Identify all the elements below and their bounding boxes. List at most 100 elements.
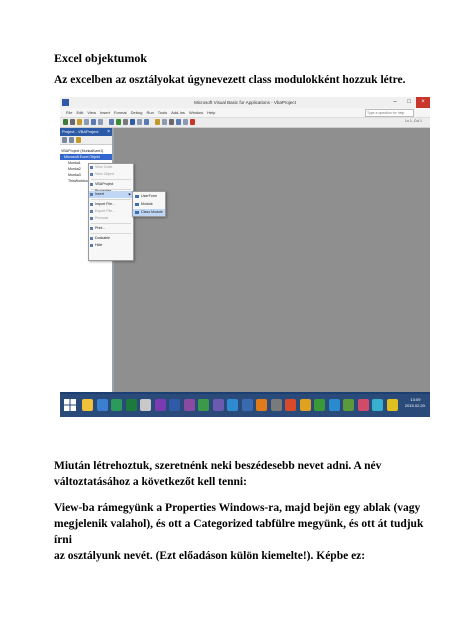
toolbar-button-icon[interactable] [77,119,82,125]
taskbar-app-icon[interactable] [299,399,311,411]
system-clock[interactable]: 13:09 2015.02.20. [405,397,426,409]
toolbar-button-icon[interactable] [91,119,96,125]
menu-item-icon [90,227,93,230]
project-toolbar-icon[interactable] [69,137,74,143]
context-menu-item-label: Export File... [95,209,116,213]
taskbar-app-icon[interactable] [154,399,166,411]
taskbar-app-icon[interactable] [183,399,195,411]
submenu-item[interactable]: UserForm [133,193,165,200]
taskbar-app-icon[interactable] [314,399,325,411]
menu-separator [91,179,131,180]
maximize-icon[interactable]: □ [402,97,416,108]
taskbar-app-icon[interactable] [270,399,282,411]
context-menu-item[interactable]: Hide [89,242,133,249]
paragraph-line: View-ba rámegyünk a Properties Windows-r… [54,502,421,514]
minimize-icon[interactable]: – [388,97,402,108]
toolbar-button-icon[interactable] [63,119,68,125]
toolbar-button-icon[interactable] [162,119,167,125]
toolbar-button-icon[interactable] [84,119,89,125]
taskbar-app-icon[interactable] [82,399,93,411]
pane-close-icon[interactable]: × [107,128,110,136]
paragraph-rename: Miután létrehoztuk, szeretnénk neki besz… [54,458,424,490]
menu-item-help[interactable]: Help [207,110,215,115]
context-menu-item[interactable]: Import File... [89,201,133,208]
taskbar-app-icon[interactable] [328,399,340,411]
taskbar-app-icon[interactable] [372,399,383,411]
menu-item-insert[interactable]: Insert [100,110,110,115]
toolbar-button-icon[interactable] [123,119,128,125]
project-pane-header: Project - VBAProject × [60,128,112,136]
taskbar-app-icon[interactable] [241,399,253,411]
taskbar-app-icon[interactable] [227,399,238,411]
taskbar-app-icon[interactable] [357,399,369,411]
menu-item-tools[interactable]: Tools [158,110,167,115]
context-menu-item-label: Import File... [95,202,115,206]
taskbar-app-icon[interactable] [169,399,180,411]
menu-item-icon [90,217,93,220]
taskbar-app-icon[interactable] [256,399,267,411]
context-menu-item[interactable]: Print... [89,225,133,232]
windows-start-icon[interactable] [64,399,76,411]
vba-editor-screenshot: Microsoft Visual Basic for Applications … [60,97,430,417]
window-title: Microsoft Visual Basic for Applications … [194,100,296,105]
project-toolbar-icon[interactable] [62,137,67,143]
code-window-area [114,128,430,392]
submenu-item[interactable]: Module [133,201,165,208]
submenu-item[interactable]: Class Module [133,209,165,216]
toolbar-button-icon[interactable] [130,119,135,125]
menu-item-icon [90,237,93,240]
menu-item-debug[interactable]: Debug [131,110,143,115]
taskbar-app-icon[interactable] [343,399,354,411]
toolbar-button-icon[interactable] [109,119,114,125]
menu-item-icon [90,166,93,169]
toolbar-button-icon[interactable] [137,119,142,125]
menu-list: File Edit View Insert Format Debug Run Tools Add… [66,108,219,117]
context-menu-item-label: Remove [95,216,109,220]
context-menu-item[interactable]: View Object [89,171,133,178]
menu-item-icon [90,203,93,206]
menu-item-add-ins[interactable]: Add-Ins [171,110,185,115]
taskbar-app-icon[interactable] [125,399,137,411]
toolbar-button-icon[interactable] [176,119,181,125]
toolbar-button-icon[interactable] [70,119,75,125]
toolbar-button-icon[interactable] [169,119,174,125]
menu-item-window[interactable]: Window [189,110,203,115]
menu-item-edit[interactable]: Edit [76,110,83,115]
taskbar-app-icon[interactable] [111,399,122,411]
taskbar-app-icon[interactable] [386,399,398,411]
toolbar-button-icon[interactable] [183,119,188,125]
submenu-item-label: UserForm [141,194,157,198]
toolbar-button-icon[interactable] [155,119,160,125]
help-search-input[interactable]: Type a question for help [365,109,414,117]
menu-bar: File Edit View Insert Format Debug Run Tools Add… [60,108,430,118]
context-menu-item[interactable]: Insert ▶ [89,191,133,198]
submenu-item-icon [135,211,139,214]
context-menu-item[interactable]: VBAProject Properties... [89,181,133,193]
menu-item-file[interactable]: File [66,110,72,115]
context-menu-item[interactable]: Remove [89,215,133,222]
taskbar-app-icon[interactable] [140,399,151,411]
menu-separator [91,223,131,224]
menu-item-icon [90,193,93,196]
toolbar-button-icon[interactable] [98,119,103,125]
taskbar-app-icon[interactable] [285,399,296,411]
menu-separator [91,233,131,234]
menu-item-view[interactable]: View [87,110,96,115]
toolbar-button-icon[interactable] [116,119,121,125]
menu-item-format[interactable]: Format [114,110,127,115]
taskbar-app-icon[interactable] [198,399,209,411]
taskbar-app-icon[interactable] [212,399,224,411]
toolbar-button-icon[interactable] [144,119,149,125]
project-toolbar-icon[interactable] [76,137,81,143]
taskbar-app-icon[interactable] [96,399,108,411]
toolbar-button-icon[interactable] [190,119,195,125]
context-menu-item[interactable]: Export File... [89,208,133,215]
cursor-position: Ln 1, Col 1 [405,119,422,123]
paragraph-line: változtatásához a következőt kell tenni: [54,476,247,488]
menu-item-run[interactable]: Run [146,110,153,115]
context-menu-item-label: Print... [95,226,106,230]
context-menu-item[interactable]: View Code [89,164,133,171]
document-title: Excel objektumok [54,51,147,65]
context-menu-item[interactable]: Dockable [89,235,133,242]
close-icon[interactable]: × [416,97,430,108]
